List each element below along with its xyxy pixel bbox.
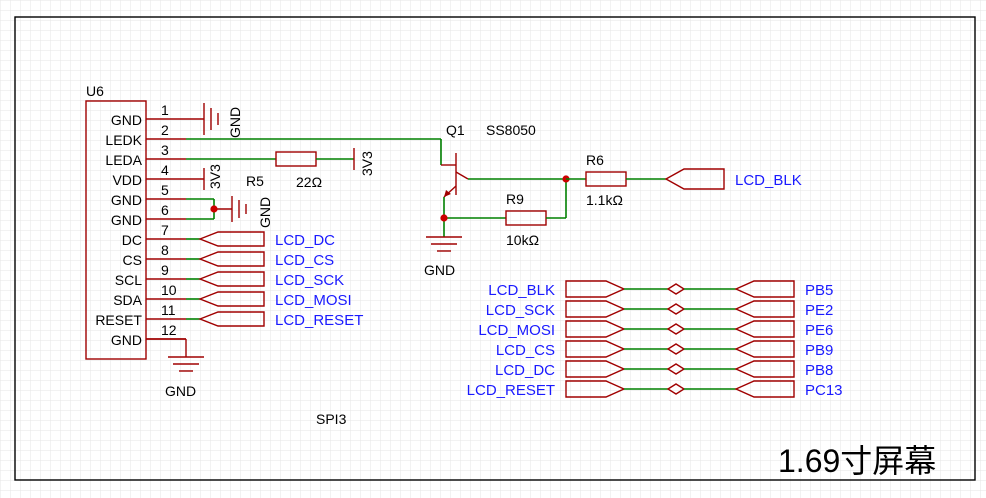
pin-number: 11 [161, 302, 176, 318]
pin-number: 2 [161, 122, 169, 138]
connector-ref: U6 [86, 83, 104, 99]
transistor-ref: Q1 [446, 122, 465, 138]
sheet-title: 1.69寸屏幕 [778, 443, 936, 479]
3v3-label-leda: 3V3 [359, 151, 375, 176]
connector-net-label-text: LCD_CS [275, 252, 334, 269]
resistor-r6-ref: R6 [586, 152, 604, 168]
pin-name: CS [123, 252, 142, 268]
transistor-part: SS8050 [486, 122, 536, 138]
pin-name: LEDA [105, 152, 142, 168]
mapping-mcu-pin: PB8 [805, 362, 833, 379]
bus-note: SPI3 [316, 411, 347, 427]
pin-name: GND [111, 112, 142, 128]
pin-name: SCL [115, 272, 142, 288]
resistor-r9-value: 10kΩ [506, 232, 539, 248]
connector-net-label-text: LCD_MOSI [275, 292, 352, 309]
resistor-leda-value: 22Ω [296, 174, 322, 190]
3v3-label-pin4: 3V3 [207, 164, 223, 189]
pin-number: 12 [161, 322, 177, 338]
pin-number: 1 [161, 102, 169, 118]
mapping-net-name: LCD_DC [495, 362, 555, 379]
schematic-canvas: U6 1 GND 2 LEDK 3 LEDA 4 VDD 5 GND 6 GND 7 DC 8 CS 9 SCL 1… [0, 0, 986, 498]
mapping-mcu-pin: PC13 [805, 382, 843, 399]
resistor-r6-value: 1.1kΩ [586, 192, 623, 208]
pin-number: 10 [161, 282, 177, 298]
mapping-net-name: LCD_BLK [488, 282, 555, 299]
pin-name: GND [111, 212, 142, 228]
pin-name: DC [122, 232, 142, 248]
pin-number: 3 [161, 142, 169, 158]
pin-number: 5 [161, 182, 169, 198]
pin-number: 7 [161, 222, 169, 238]
mapping-mcu-pin: PB9 [805, 342, 833, 359]
gnd-label-bottom: GND [165, 383, 196, 399]
net-port-lcd-blk-label: LCD_BLK [735, 172, 802, 189]
mapping-mcu-pin: PE2 [805, 302, 833, 319]
gnd-label-q1: GND [424, 262, 455, 278]
mapping-mcu-pin: PE6 [805, 322, 833, 339]
resistor-r9-ref: R9 [506, 191, 524, 207]
pin-number: 6 [161, 202, 169, 218]
pin-number: 9 [161, 262, 169, 278]
mapping-net-name: LCD_MOSI [478, 322, 555, 339]
pin-name: VDD [112, 172, 142, 188]
grid-background [0, 0, 986, 498]
pin-name: RESET [95, 312, 142, 328]
gnd-label-pin1: GND [227, 107, 243, 138]
pin-name: GND [111, 192, 142, 208]
connector-net-label-text: LCD_DC [275, 232, 335, 249]
pin-number: 8 [161, 242, 169, 258]
mapping-mcu-pin: PB5 [805, 282, 833, 299]
mapping-net-name: LCD_CS [496, 342, 555, 359]
mapping-net-name: LCD_SCK [486, 302, 555, 319]
pin-name: GND [111, 332, 142, 348]
connector-net-label-text: LCD_RESET [275, 312, 363, 329]
pin-name: SDA [113, 292, 142, 308]
pin-number: 4 [161, 162, 169, 178]
connector-net-label-text: LCD_SCK [275, 272, 344, 289]
mapping-net-name: LCD_RESET [467, 382, 555, 399]
gnd-label-pin5: GND [257, 197, 273, 228]
pin-name: LEDK [105, 132, 142, 148]
resistor-r5-ref: R5 [246, 173, 264, 189]
